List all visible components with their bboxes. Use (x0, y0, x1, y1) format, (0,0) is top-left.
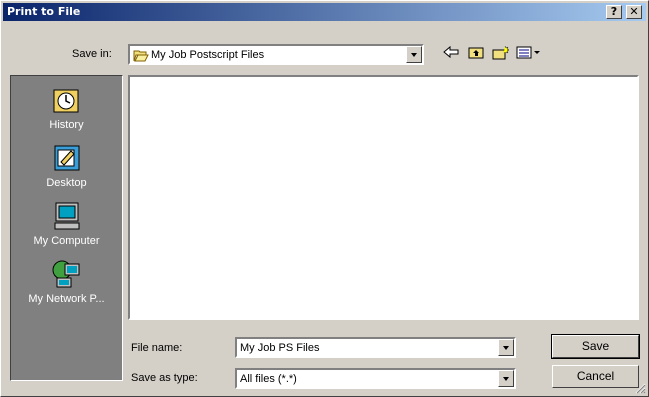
save-in-dropdown[interactable]: My Job Postscript Files (128, 44, 424, 65)
view-menu-button[interactable] (515, 45, 543, 65)
network-places-icon (52, 260, 79, 288)
new-folder-icon (492, 45, 510, 60)
place-label: My Network P... (28, 293, 105, 305)
cancel-button[interactable]: Cancel (552, 365, 639, 388)
place-my-computer[interactable]: My Computer (11, 200, 122, 247)
window-title: Print to File (7, 5, 81, 18)
up-one-level-button[interactable] (465, 45, 487, 65)
place-desktop[interactable]: Desktop (11, 142, 122, 189)
file-list[interactable] (128, 75, 639, 320)
new-folder-button[interactable] (490, 45, 512, 65)
close-icon: ✕ (629, 5, 639, 18)
place-network-places[interactable]: My Network P... (11, 258, 122, 305)
save-as-type-label: Save as type: (131, 372, 198, 384)
desktop-icon (54, 145, 79, 171)
title-bar[interactable]: Print to File ? ✕ (3, 3, 646, 21)
chevron-down-icon[interactable] (406, 46, 422, 63)
places-bar: History Desktop My Computer My Network P… (10, 75, 123, 381)
resize-grip-icon[interactable] (634, 382, 646, 394)
place-label: Desktop (46, 177, 87, 189)
chevron-down-icon[interactable] (498, 339, 514, 356)
close-button[interactable]: ✕ (626, 5, 642, 19)
file-name-field[interactable]: My Job PS Files (235, 337, 516, 358)
back-arrow-icon (443, 45, 459, 59)
save-button[interactable]: Save (551, 334, 640, 359)
back-button[interactable] (440, 45, 462, 65)
file-name-value: My Job PS Files (240, 342, 320, 354)
save-as-type-dropdown[interactable]: All files (*.*) (235, 368, 516, 389)
place-label: History (49, 119, 84, 131)
help-button[interactable]: ? (606, 5, 622, 19)
save-as-type-value: All files (*.*) (240, 373, 297, 385)
save-in-label: Save in: (72, 48, 112, 60)
chevron-down-icon[interactable] (498, 370, 514, 387)
history-icon (53, 89, 78, 113)
view-list-icon (516, 46, 540, 59)
my-computer-icon (54, 202, 79, 230)
open-folder-icon (133, 50, 149, 62)
place-history[interactable]: History (11, 84, 122, 131)
place-label: My Computer (33, 235, 100, 247)
save-in-value: My Job Postscript Files (151, 49, 265, 61)
up-folder-icon (468, 47, 484, 59)
file-name-label: File name: (131, 342, 183, 354)
print-to-file-dialog: Print to File ? ✕ Save in: My Job Postsc… (0, 0, 649, 397)
